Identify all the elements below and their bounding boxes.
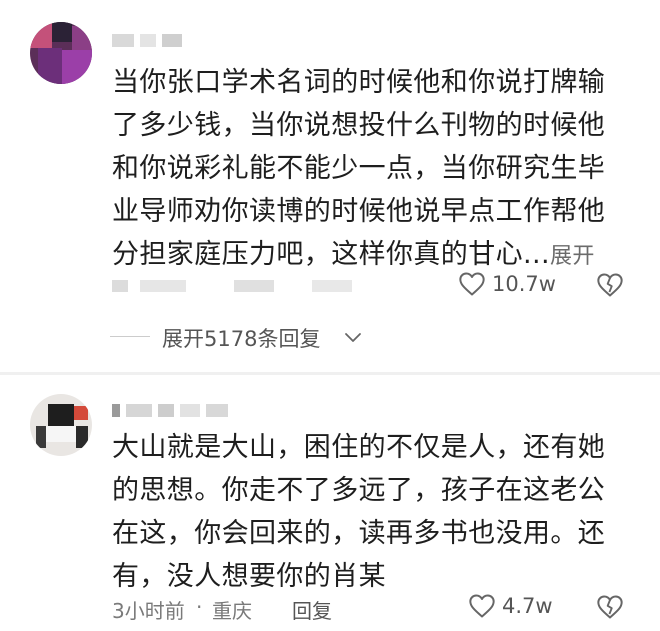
avatar-pixel (72, 26, 92, 50)
avatar-pixel (74, 406, 88, 420)
expand-replies-label: 展开5178条回复 (162, 327, 321, 351)
avatar-pixel (52, 22, 72, 42)
comment-1: 当你张口学术名词的时候他和你说打牌输了多少钱，当你说想投什么刊物的时候他和你说彩… (0, 0, 660, 310)
meta-blurred (112, 280, 128, 292)
comment-text: 当你张口学术名词的时候他和你说打牌输了多少钱，当你说想投什么刊物的时候他和你说彩… (112, 61, 632, 278)
meta-blurred (140, 280, 186, 292)
avatar-pixel (36, 426, 46, 448)
avatar-pixel (38, 48, 62, 84)
avatar-pixel (44, 426, 78, 442)
dislike-button[interactable] (596, 594, 624, 620)
comment-text-content: 大山就是大山，困住的不仅是人，还有她的思想。你走不了多远了，孩子在这老公在这，你… (112, 432, 606, 592)
comment-2: 大山就是大山，困住的不仅是人，还有她的思想。你走不了多远了，孩子在这老公在这，你… (0, 378, 660, 631)
meta-blurred (234, 280, 274, 292)
dislike-button[interactable] (596, 272, 624, 298)
comment-text: 大山就是大山，困住的不仅是人，还有她的思想。你走不了多远了，孩子在这老公在这，你… (112, 426, 632, 598)
meta-blurred (312, 280, 352, 292)
avatar[interactable] (30, 394, 92, 456)
like-count: 4.7w (502, 594, 553, 618)
like-button[interactable]: 4.7w (468, 593, 553, 619)
comment-divider (0, 372, 660, 375)
broken-heart-icon (596, 272, 624, 298)
like-button[interactable]: 10.7w (458, 271, 556, 297)
expand-replies-button[interactable]: 展开5178条回复 (110, 322, 390, 352)
reply-button[interactable]: 回复 (292, 595, 332, 624)
avatar[interactable] (30, 22, 92, 84)
expand-link[interactable]: 展开 (550, 244, 595, 269)
heart-outline-icon (458, 271, 486, 297)
username-blurred[interactable] (112, 34, 182, 47)
username-blurred[interactable] (112, 404, 228, 417)
comment-location: 重庆 (212, 599, 252, 623)
broken-heart-icon (596, 594, 624, 620)
comment-meta: 10.7w (112, 271, 660, 301)
avatar-pixel (62, 50, 92, 84)
meta-separator: · (196, 595, 203, 619)
comment-text-content: 当你张口学术名词的时候他和你说打牌输了多少钱，当你说想投什么刊物的时候他和你说彩… (112, 67, 606, 270)
avatar-pixel (48, 404, 74, 426)
comment-time: 3小时前 (112, 599, 185, 623)
heart-outline-icon (468, 593, 496, 619)
divider-line (110, 336, 150, 337)
comment-meta: 3小时前 · 重庆 回复 4.7w (112, 593, 660, 623)
like-count: 10.7w (492, 272, 556, 296)
avatar-pixel (76, 426, 88, 448)
avatar-pixel (30, 22, 52, 48)
